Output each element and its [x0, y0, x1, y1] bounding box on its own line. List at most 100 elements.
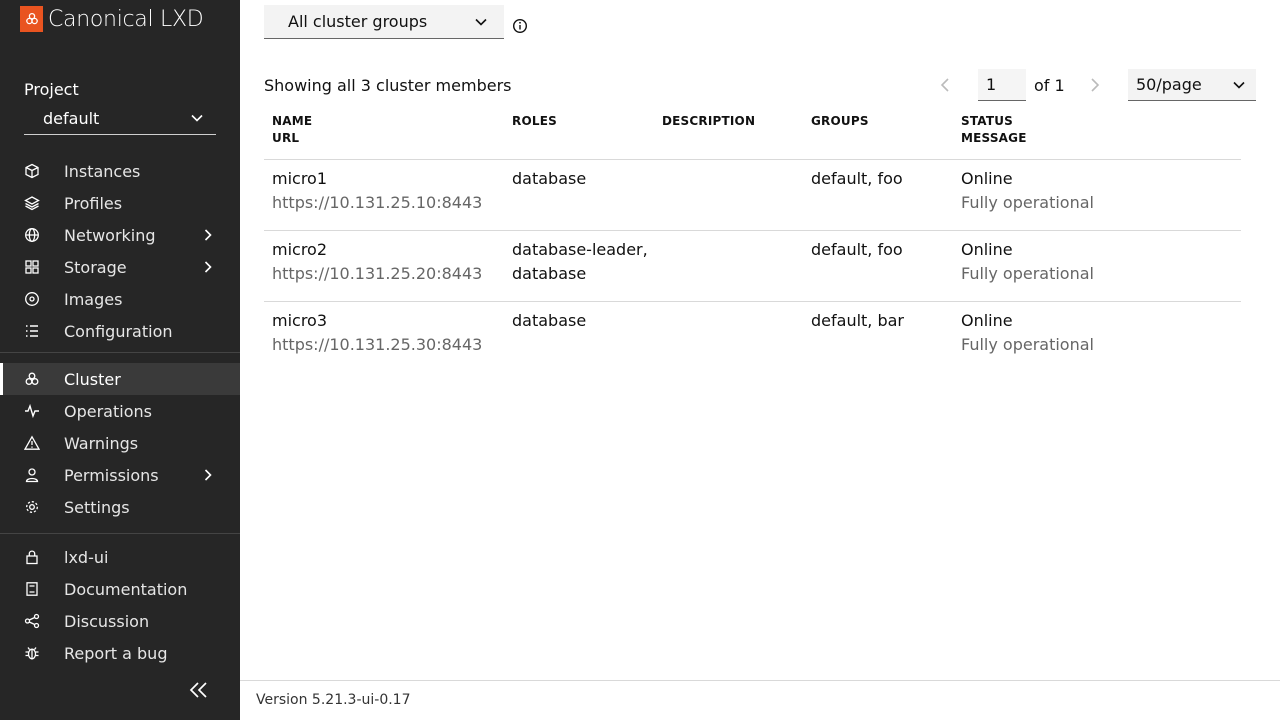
- share-icon: [24, 613, 40, 629]
- member-status: Online: [961, 169, 1013, 188]
- brand-name: Canonical LXD: [48, 6, 204, 32]
- info-icon[interactable]: [512, 18, 528, 34]
- member-roles: database: [512, 169, 587, 188]
- member-url: https://10.131.25.30:8443: [272, 335, 483, 354]
- per-page-select[interactable]: 50/page: [1128, 69, 1256, 101]
- cube-icon: [24, 163, 40, 179]
- member-roles-continued: database: [512, 264, 587, 283]
- member-url: https://10.131.25.20:8443: [272, 264, 483, 283]
- column-header-groups[interactable]: GROUPS: [811, 113, 869, 130]
- column-header-name-url[interactable]: NAME URL: [272, 113, 312, 147]
- cluster-group-select[interactable]: All cluster groups: [264, 5, 504, 39]
- user-icon: [24, 467, 40, 483]
- member-message: Fully operational: [961, 335, 1094, 354]
- warning-icon: [24, 435, 40, 451]
- nav-item-settings[interactable]: Settings: [0, 491, 240, 523]
- column-header-url: URL: [272, 131, 300, 145]
- nav-item-profiles[interactable]: Profiles: [0, 187, 240, 219]
- link-discussion[interactable]: Discussion: [0, 605, 240, 637]
- sidebar-divider: [0, 352, 240, 353]
- per-page-select-value: 50/page: [1136, 75, 1202, 94]
- member-roles: database-leader,: [512, 240, 648, 259]
- column-header-description[interactable]: DESCRIPTION: [662, 113, 755, 130]
- image-disc-icon: [24, 291, 40, 307]
- chevron-right-icon: [204, 261, 212, 273]
- previous-page-button[interactable]: [937, 76, 953, 94]
- nav-label: Operations: [64, 401, 152, 421]
- column-header-status-message[interactable]: STATUS MESSAGE: [961, 113, 1027, 147]
- chevron-right-icon: [204, 229, 212, 241]
- footer-divider: [240, 680, 1280, 681]
- bug-icon: [24, 645, 40, 661]
- member-groups: default, foo: [811, 240, 903, 259]
- column-header-message: MESSAGE: [961, 131, 1027, 145]
- nav-label: Storage: [64, 257, 127, 277]
- member-groups: default, foo: [811, 169, 903, 188]
- member-message: Fully operational: [961, 193, 1094, 212]
- project-select[interactable]: default: [24, 102, 216, 135]
- nav-label: Settings: [64, 497, 130, 517]
- table-row[interactable]: micro3 https://10.131.25.30:8443 databas…: [264, 302, 1241, 372]
- chevron-down-icon: [1233, 81, 1245, 89]
- brand[interactable]: Canonical LXD: [20, 6, 204, 32]
- chevron-right-icon: [1091, 78, 1100, 92]
- column-header-status: STATUS: [961, 114, 1014, 128]
- cluster-icon: [24, 371, 40, 387]
- member-name[interactable]: micro2: [272, 238, 327, 262]
- nav-item-operations[interactable]: Operations: [0, 395, 240, 427]
- nav-item-storage[interactable]: Storage: [0, 251, 240, 283]
- nav-item-images[interactable]: Images: [0, 283, 240, 315]
- member-message: Fully operational: [961, 264, 1094, 283]
- nav-label: Networking: [64, 225, 156, 245]
- nav-item-cluster[interactable]: Cluster: [0, 363, 240, 395]
- chevron-down-icon: [191, 114, 203, 122]
- link-label: lxd-ui: [64, 547, 109, 567]
- member-status: Online: [961, 240, 1013, 259]
- page-total-label: of 1: [1034, 76, 1065, 95]
- lock-icon: [24, 549, 40, 565]
- member-name[interactable]: micro1: [272, 167, 327, 191]
- nav-item-configuration[interactable]: Configuration: [0, 315, 240, 347]
- nav-item-networking[interactable]: Networking: [0, 219, 240, 251]
- member-name[interactable]: micro3: [272, 309, 327, 333]
- member-groups: default, bar: [811, 311, 905, 330]
- members-count-summary: Showing all 3 cluster members: [264, 76, 512, 95]
- link-lxd-ui[interactable]: lxd-ui: [0, 541, 240, 573]
- nav-label: Profiles: [64, 193, 123, 213]
- double-chevron-left-icon: [189, 682, 207, 698]
- chevron-down-icon: [475, 18, 487, 26]
- nav-item-permissions[interactable]: Permissions: [0, 459, 240, 491]
- project-select-value: default: [43, 108, 100, 128]
- table-row[interactable]: micro1 https://10.131.25.10:8443 databas…: [264, 160, 1241, 230]
- chevron-left-icon: [940, 78, 949, 92]
- globe-icon: [24, 227, 40, 243]
- link-documentation[interactable]: Documentation: [0, 573, 240, 605]
- collapse-sidebar-button[interactable]: [189, 681, 209, 699]
- next-page-button[interactable]: [1087, 76, 1103, 94]
- link-report-bug[interactable]: Report a bug: [0, 637, 240, 669]
- column-header-roles[interactable]: ROLES: [512, 113, 557, 130]
- sidebar-divider: [0, 533, 240, 534]
- gear-icon: [24, 499, 40, 515]
- link-label: Documentation: [64, 579, 188, 599]
- nav-label: Instances: [64, 161, 141, 181]
- column-header-name: NAME: [272, 114, 313, 128]
- list-icon: [24, 323, 40, 339]
- nav-item-instances[interactable]: Instances: [0, 155, 240, 187]
- nav-label: Images: [64, 289, 123, 309]
- lxd-logo-icon: [20, 6, 43, 32]
- nav-label: Warnings: [64, 433, 139, 453]
- cluster-group-select-value: All cluster groups: [288, 12, 428, 31]
- member-status: Online: [961, 311, 1013, 330]
- sidebar: Canonical LXD Project default Instances …: [0, 0, 240, 720]
- chevron-right-icon: [204, 469, 212, 481]
- link-label: Discussion: [64, 611, 150, 631]
- project-label: Project: [24, 80, 79, 99]
- pulse-icon: [24, 403, 40, 419]
- nav-item-warnings[interactable]: Warnings: [0, 427, 240, 459]
- table-row[interactable]: micro2 https://10.131.25.20:8443 databas…: [264, 231, 1241, 301]
- member-url: https://10.131.25.10:8443: [272, 193, 483, 212]
- link-label: Report a bug: [64, 643, 168, 663]
- page-number-input[interactable]: [978, 69, 1026, 101]
- nav-label: Permissions: [64, 465, 159, 485]
